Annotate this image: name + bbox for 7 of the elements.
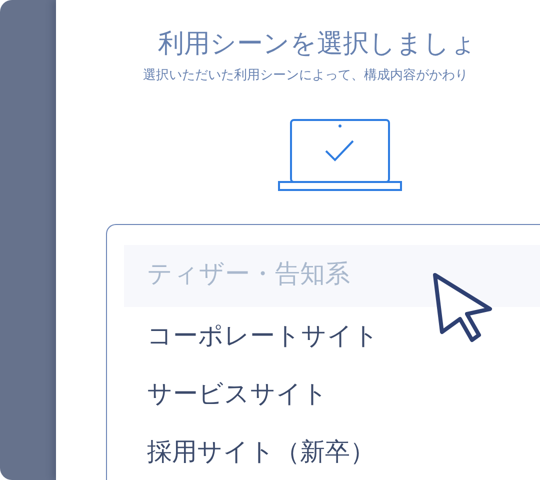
subtitle: 選択いただいた利用シーンによって、構成内容がかわり bbox=[143, 67, 468, 84]
option-item[interactable]: コーポレートサイト bbox=[124, 307, 540, 365]
option-item[interactable]: 採用サイト（新卒） bbox=[124, 423, 540, 480]
heading: 利用シーンを選択しましょ bbox=[158, 28, 477, 61]
cursor-arrow-icon bbox=[432, 272, 494, 344]
laptop-check-icon bbox=[278, 119, 402, 191]
option-item[interactable]: サービスサイト bbox=[124, 365, 540, 423]
